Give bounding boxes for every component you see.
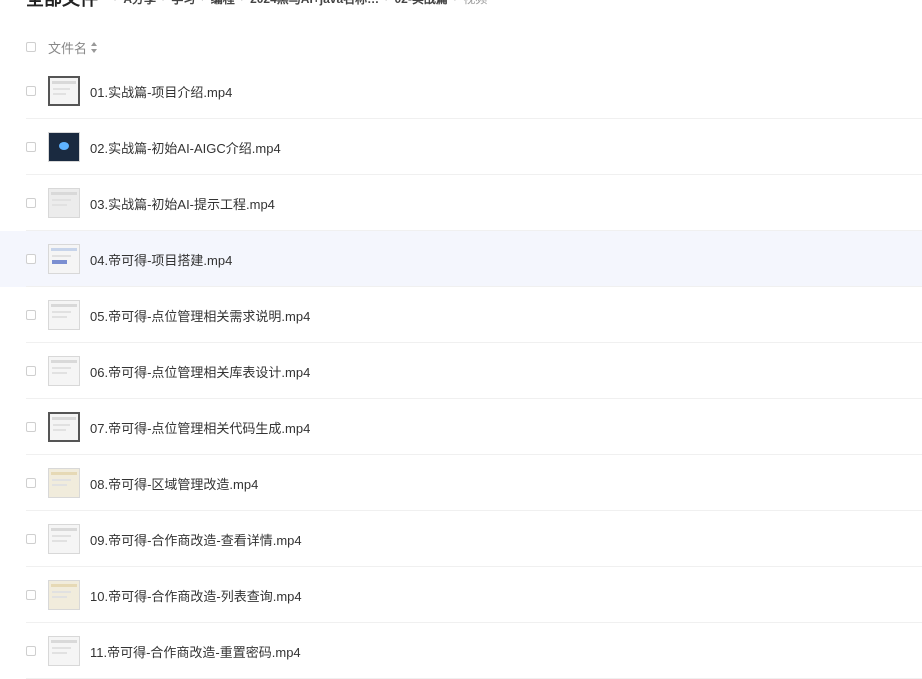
file-name[interactable]: 05.帝可得-点位管理相关需求说明.mp4: [90, 306, 310, 325]
row-checkbox[interactable]: [26, 646, 36, 656]
file-name[interactable]: 06.帝可得-点位管理相关库表设计.mp4: [90, 362, 310, 381]
row-checkbox[interactable]: [26, 478, 36, 488]
breadcrumb-separator-icon: ›: [385, 0, 388, 4]
breadcrumb-item[interactable]: 学习: [171, 0, 195, 7]
breadcrumb: › A分享 › 学习 › 编程 › 2024黑马AI+java名称… › 02-实战篇 › 视频: [108, 0, 487, 7]
breadcrumb-separator-icon: ›: [114, 0, 117, 4]
row-checkbox[interactable]: [26, 366, 36, 376]
row-checkbox[interactable]: [26, 198, 36, 208]
breadcrumb-separator-icon: ›: [162, 0, 165, 4]
column-header: 文件名: [26, 36, 98, 58]
video-thumbnail-icon[interactable]: [48, 412, 80, 442]
file-name[interactable]: 11.帝可得-合作商改造-重置密码.mp4: [90, 642, 301, 661]
file-row[interactable]: 02.实战篇-初始AI-AIGC介绍.mp4: [0, 119, 922, 175]
video-thumbnail-icon[interactable]: [48, 356, 80, 386]
breadcrumb-item[interactable]: 2024黑马AI+java名称…: [250, 0, 379, 7]
breadcrumb-separator-icon: ›: [201, 0, 204, 4]
video-thumbnail-icon[interactable]: [48, 468, 80, 498]
file-name[interactable]: 08.帝可得-区域管理改造.mp4: [90, 474, 258, 493]
video-thumbnail-icon[interactable]: [48, 524, 80, 554]
file-row[interactable]: 03.实战篇-初始AI-提示工程.mp4: [0, 175, 922, 231]
video-thumbnail-icon[interactable]: [48, 300, 80, 330]
file-row[interactable]: 11.帝可得-合作商改造-重置密码.mp4: [0, 623, 922, 679]
file-row[interactable]: 08.帝可得-区域管理改造.mp4: [0, 455, 922, 511]
file-row[interactable]: 06.帝可得-点位管理相关库表设计.mp4: [0, 343, 922, 399]
row-checkbox[interactable]: [26, 142, 36, 152]
row-checkbox[interactable]: [26, 534, 36, 544]
file-name[interactable]: 10.帝可得-合作商改造-列表查询.mp4: [90, 586, 302, 605]
video-thumbnail-icon[interactable]: [48, 636, 80, 666]
row-checkbox[interactable]: [26, 590, 36, 600]
row-checkbox[interactable]: [26, 86, 36, 96]
page-title: 全部文件: [26, 0, 98, 11]
breadcrumb-item[interactable]: A分享: [123, 0, 156, 7]
video-thumbnail-icon[interactable]: [48, 580, 80, 610]
breadcrumb-separator-icon: ›: [454, 0, 457, 4]
file-row[interactable]: 04.帝可得-项目搭建.mp4: [0, 231, 922, 287]
select-all-checkbox[interactable]: [26, 42, 36, 52]
file-row[interactable]: 07.帝可得-点位管理相关代码生成.mp4: [0, 399, 922, 455]
file-name[interactable]: 01.实战篇-项目介绍.mp4: [90, 82, 232, 101]
breadcrumb-item[interactable]: 02-实战篇: [394, 0, 447, 7]
file-name[interactable]: 07.帝可得-点位管理相关代码生成.mp4: [90, 418, 310, 437]
video-thumbnail-icon[interactable]: [48, 76, 80, 106]
file-name[interactable]: 03.实战篇-初始AI-提示工程.mp4: [90, 194, 275, 213]
breadcrumb-item: 视频: [463, 0, 487, 7]
video-thumbnail-icon[interactable]: [48, 188, 80, 218]
row-checkbox[interactable]: [26, 422, 36, 432]
row-checkbox[interactable]: [26, 254, 36, 264]
file-row[interactable]: 09.帝可得-合作商改造-查看详情.mp4: [0, 511, 922, 567]
video-thumbnail-icon[interactable]: [48, 132, 80, 162]
file-name[interactable]: 02.实战篇-初始AI-AIGC介绍.mp4: [90, 138, 281, 157]
file-list: 01.实战篇-项目介绍.mp4 02.实战篇-初始AI-AIGC介绍.mp4 03.…: [0, 63, 922, 679]
file-row[interactable]: 05.帝可得-点位管理相关需求说明.mp4: [0, 287, 922, 343]
file-row[interactable]: 01.实战篇-项目介绍.mp4: [0, 63, 922, 119]
row-checkbox[interactable]: [26, 310, 36, 320]
file-name[interactable]: 04.帝可得-项目搭建.mp4: [90, 250, 232, 269]
breadcrumb-item[interactable]: 编程: [211, 0, 235, 7]
file-row[interactable]: 10.帝可得-合作商改造-列表查询.mp4: [0, 567, 922, 623]
breadcrumb-separator-icon: ›: [241, 0, 244, 4]
sort-icon[interactable]: [91, 41, 98, 53]
filename-column-label[interactable]: 文件名: [48, 38, 87, 57]
video-thumbnail-icon[interactable]: [48, 244, 80, 274]
header: 全部文件 ›A分享›学习›编程›2024黑马AI+java名称…›02-实战篇›…: [26, 0, 487, 10]
file-name[interactable]: 09.帝可得-合作商改造-查看详情.mp4: [90, 530, 302, 549]
